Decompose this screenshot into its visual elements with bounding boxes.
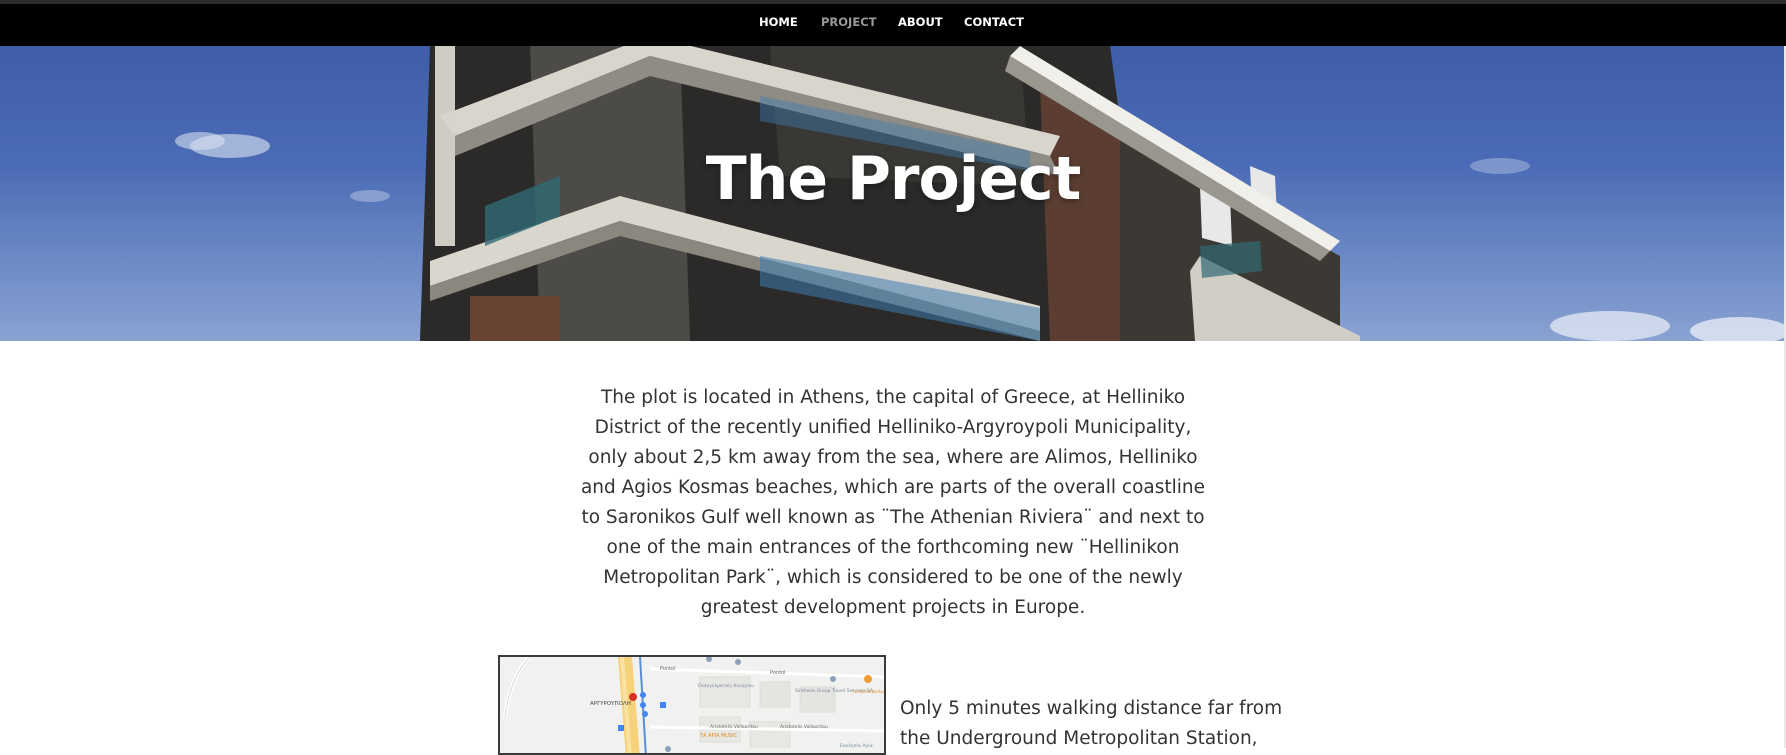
svg-text:Pontol: Pontol bbox=[770, 670, 785, 676]
map-graphic: ΑΡΓΥΡΟΥΠΟΛΗ Pontol Pontol Επαγγελματίες … bbox=[500, 657, 884, 753]
metro-distance-text: Only 5 minutes walking distance far from… bbox=[900, 698, 1283, 749]
svg-text:ΤΑ ΑΡΙΑ MUSIC: ΤΑ ΑΡΙΑ MUSIC bbox=[699, 733, 738, 739]
svg-text:Aristotelis Vallaoritou: Aristotelis Vallaoritou bbox=[780, 724, 828, 730]
map-pin-icon bbox=[629, 693, 637, 701]
nav-home[interactable]: HOME bbox=[759, 15, 798, 29]
page-title: The Project bbox=[705, 144, 1082, 214]
svg-text:ΑΡΓΥΡΟΥΠΟΛΗ: ΑΡΓΥΡΟΥΠΟΛΗ bbox=[590, 701, 631, 707]
location-map[interactable]: ΑΡΓΥΡΟΥΠΟΛΗ Pontol Pontol Επαγγελματίες … bbox=[498, 655, 886, 755]
nav-container: HOME PROJECT ABOUT CONTACT bbox=[0, 4, 1786, 42]
intro-paragraph: The plot is located in Athens, the capit… bbox=[580, 387, 1206, 618]
svg-text:Aristotelis Vallaoritou: Aristotelis Vallaoritou bbox=[710, 724, 758, 730]
svg-text:Επαγγελματίες Κυνηγίου: Επαγγελματίες Κυνηγίου bbox=[698, 682, 754, 689]
nav-contact[interactable]: CONTACT bbox=[964, 15, 1024, 29]
nav-project[interactable]: PROJECT bbox=[821, 15, 876, 29]
nav-about[interactable]: ABOUT bbox=[898, 15, 943, 29]
svg-text:Pontol: Pontol bbox=[660, 666, 675, 672]
svg-text:Το Κοτόπουλο: Το Κοτόπουλο bbox=[851, 688, 884, 695]
hero-banner: The Project bbox=[0, 46, 1786, 341]
